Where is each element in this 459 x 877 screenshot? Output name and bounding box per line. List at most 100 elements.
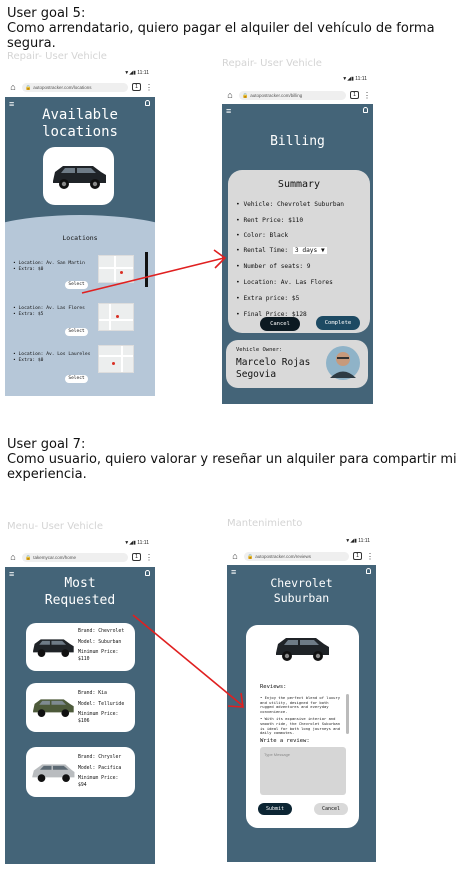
billing-screen: ≡ Billing Summary • Vehicle: Chevrolet S…: [222, 104, 373, 404]
billing-phone: ▼◢▮ 11:11 ⌂ 🔒 autopostracker.com/billing …: [222, 74, 373, 404]
summary-title: Summary: [277, 179, 321, 190]
notification-bell-icon[interactable]: [363, 107, 368, 113]
more-menu-icon[interactable]: ⋮: [145, 83, 153, 92]
review-textarea[interactable]: Type Message: [260, 747, 346, 795]
minivan-silver-image: [32, 764, 75, 782]
color-line: • Color: Black: [236, 232, 289, 239]
status-bar: ▼◢▮ 11:11: [124, 540, 149, 546]
tabs-icon[interactable]: 1: [132, 83, 141, 91]
extra-price-line: • Extra price: $5: [236, 295, 300, 302]
rent-price-line: • Rent Price: $110: [236, 217, 304, 224]
goal7-heading: User goal 7:: [7, 437, 86, 452]
reviews-scrollbar[interactable]: [346, 694, 349, 734]
flow-arrow-1: [81, 249, 227, 294]
owner-card: Vehicle Owner: Marcelo Rojas Segovia: [226, 340, 368, 388]
review-item-2: • With its expansive interior and smooth…: [260, 716, 341, 736]
hamburger-menu-icon[interactable]: ≡: [226, 106, 231, 116]
goal5-text-line1: Como arrendatario, quiero pagar el alqui…: [7, 21, 435, 36]
lock-icon: 🔒: [25, 84, 32, 91]
rental-time-select[interactable]: 3 days ▼: [292, 247, 327, 254]
goal5-text-line2: segura.: [7, 36, 56, 51]
locations-phone: ▼◢▮ 11:11 ⌂ 🔒 autopostracker.com/location…: [5, 68, 155, 396]
home-icon[interactable]: ⌂: [225, 90, 235, 100]
suv-black-image: [276, 638, 329, 661]
page-title: Most Requested: [44, 576, 116, 608]
status-bar: ▼◢▮ 11:11: [342, 76, 367, 82]
submit-button[interactable]: Submit: [258, 803, 292, 815]
seats-line: • Number of seats: 9: [236, 263, 311, 270]
lock-icon: 🔒: [25, 554, 32, 561]
home-icon[interactable]: ⌂: [8, 552, 18, 562]
page-title: Available locations: [42, 107, 118, 140]
suv-black-image: [33, 639, 74, 657]
location-map-3: [98, 345, 134, 373]
notification-bell-icon[interactable]: [145, 100, 150, 106]
cancel-button[interactable]: Cancel: [314, 803, 348, 815]
car-1-details: Brand: Chevrolet Model: Suburban Minimum…: [78, 629, 125, 662]
car-3-details: Brand: Chrysler Model: Pacifica Minimum …: [78, 755, 122, 788]
lock-icon: 🔒: [247, 553, 254, 560]
owner-avatar: [326, 346, 360, 380]
browser-bar: ⌂ 🔒 autopostracker.com/locations 1 ⋮: [5, 80, 155, 94]
url-field[interactable]: 🔒 autopostracker.com/billing: [239, 90, 346, 100]
goal7-text-line1: Como usuario, quiero valorar y reseñar u…: [7, 452, 457, 467]
home-icon[interactable]: ⌂: [230, 551, 240, 561]
review-screen: ≡ Chevrolet Suburban Reviews: • Enjoy th…: [227, 565, 376, 862]
car-2-details: Brand: Kia Model: Telluride Minimum Pric…: [78, 691, 125, 724]
status-bar: ▼◢▮ 11:11: [124, 70, 149, 76]
review-placeholder: Type Message: [264, 752, 291, 757]
more-menu-icon[interactable]: ⋮: [145, 553, 153, 562]
url-field[interactable]: 🔒 autopostracker.com/locations: [22, 82, 128, 92]
flow-arrow-2: [132, 614, 244, 708]
review-card: Reviews: • Enjoy the perfect blend of lu…: [246, 625, 359, 828]
cancel-button[interactable]: Cancel: [260, 317, 300, 331]
browser-bar: ⌂ 🔒 autopostracker.com/billing 1 ⋮: [222, 88, 373, 102]
reviews-list: • Enjoy the perfect blend of luxury and …: [260, 695, 342, 736]
select-location-2-button[interactable]: Select: [65, 328, 88, 336]
rental-time-line: • Rental Time: 3 days ▼: [236, 247, 327, 254]
tabs-icon[interactable]: 1: [350, 91, 359, 99]
home-icon[interactable]: ⌂: [8, 82, 18, 92]
location-item-1-text: • Location: Av. San Martin • Extra: $0: [13, 261, 85, 272]
reviews-label: Reviews:: [260, 684, 287, 690]
lock-icon: 🔒: [242, 92, 249, 99]
page-title: Chevrolet Suburban: [270, 576, 333, 605]
review-item-1: • Enjoy the perfect blend of luxury and …: [260, 695, 341, 714]
location-item-3-text: • Location: Av. Los Laureles • Extra: $0: [13, 352, 91, 363]
frame-label-maintenance: Mantenimiento: [227, 518, 303, 529]
notification-bell-icon[interactable]: [366, 568, 371, 574]
browser-bar: ⌂ 🔒 takemycar.com/home 1 ⋮: [5, 550, 155, 564]
goal5-heading: User goal 5:: [7, 6, 86, 21]
locations-section-title: Locations: [62, 234, 98, 242]
frame-label-billing: Repair- User Vehicle: [222, 58, 322, 69]
complete-button[interactable]: Complete: [316, 316, 360, 330]
tabs-icon[interactable]: 1: [132, 553, 141, 561]
frame-label-menu: Menu- User Vehicle: [7, 521, 103, 532]
location-item-2-text: • Location: Av. Las Flores • Extra: $5: [13, 306, 85, 317]
owner-name: Marcelo Rojas Segovia: [236, 357, 311, 380]
more-menu-icon[interactable]: ⋮: [366, 552, 374, 561]
page-title: Billing: [270, 134, 325, 149]
review-phone: ▼◢▮ 11:11 ⌂ 🔒 autopostracker.com/reviews …: [227, 536, 376, 862]
suv-green-image: [33, 699, 74, 717]
more-menu-icon[interactable]: ⋮: [363, 91, 371, 100]
summary-card: Summary • Vehicle: Chevrolet Suburban • …: [228, 170, 370, 333]
url-field[interactable]: 🔒 takemycar.com/home: [22, 552, 128, 562]
url-field[interactable]: 🔒 autopostracker.com/reviews: [244, 551, 349, 561]
write-review-label: Write a review:: [260, 738, 310, 744]
owner-label: Vehicle Owner:: [236, 347, 283, 353]
car-card-2[interactable]: Brand: Kia Model: Telluride Minimum Pric…: [26, 683, 135, 732]
vehicle-line: • Vehicle: Chevrolet Suburban: [236, 201, 345, 208]
goal7-text-line2: experiencia.: [7, 467, 87, 482]
car-card-3[interactable]: Brand: Chrysler Model: Pacifica Minimum …: [26, 747, 135, 797]
vehicle-image-card: [43, 147, 114, 205]
location-line: • Location: Av. Las Flores: [236, 279, 333, 286]
car-card-1[interactable]: Brand: Chevrolet Model: Suburban Minimum…: [26, 623, 135, 671]
browser-bar: ⌂ 🔒 autopostracker.com/reviews 1 ⋮: [227, 549, 376, 563]
select-location-3-button[interactable]: Select: [65, 375, 88, 383]
tabs-icon[interactable]: 1: [353, 552, 362, 560]
frame-label-locations: Repair- User Vehicle: [7, 51, 107, 62]
status-bar: ▼◢▮ 11:11: [345, 538, 370, 544]
suv-black-image: [53, 166, 106, 189]
dropdown-arrow-icon: ▼: [320, 247, 325, 254]
